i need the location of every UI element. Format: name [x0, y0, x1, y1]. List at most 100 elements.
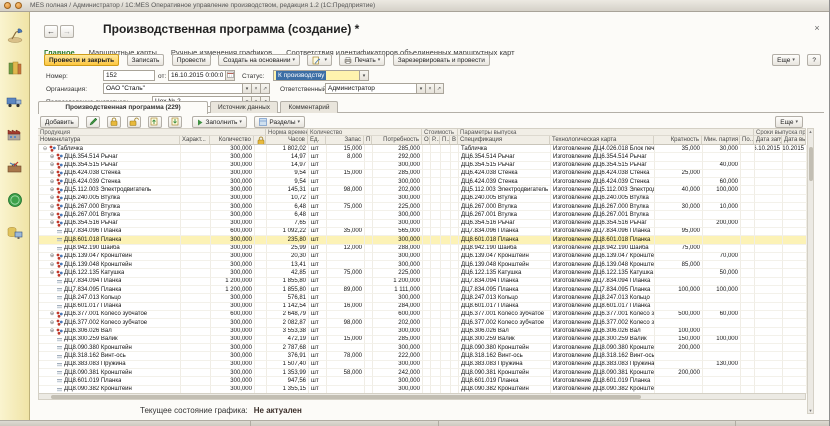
- add-row-button[interactable]: Добавить: [40, 116, 79, 128]
- tab-production-program[interactable]: Производственная программа (229): [38, 101, 208, 114]
- expand-icon[interactable]: ⊕: [49, 186, 55, 194]
- table-row[interactable]: ДЦ8.601.017 Планка300,0001 142,54шт16,00…: [39, 303, 806, 311]
- tab-comment[interactable]: Комментарий: [280, 101, 338, 113]
- post-and-close-button[interactable]: Провести и закрыть: [44, 54, 119, 66]
- table-row[interactable]: ДЦ7.834.095 Планка1 200,0001 855,80шт89,…: [39, 286, 806, 294]
- column-header-char[interactable]: Характ...: [180, 136, 210, 145]
- responsible-combo[interactable]: Администратор: [325, 83, 417, 94]
- tab-data-source[interactable]: Источник данных: [210, 101, 278, 113]
- save-button[interactable]: Записать: [127, 54, 165, 66]
- table-row[interactable]: ДЦ8.601.019 Планка300,000947,56шт300,000…: [39, 377, 806, 385]
- books-icon[interactable]: [5, 58, 25, 78]
- expand-icon[interactable]: ⊕: [49, 178, 55, 186]
- table-row[interactable]: ⊖Табличка300,0001 802,02шт15,000285,000Т…: [39, 145, 806, 153]
- forward-button[interactable]: →: [60, 25, 74, 38]
- expand-icon[interactable]: ⊕: [49, 211, 55, 219]
- toolbox-icon[interactable]: [5, 157, 25, 177]
- post-button[interactable]: Провести: [172, 54, 211, 66]
- table-row[interactable]: ⊕ДЦ6.354.514 Рычаг300,00014,97шт8,000292…: [39, 153, 806, 161]
- column-header-mb[interactable]: Мин. партия: [702, 136, 740, 145]
- fill-button[interactable]: Заполнить▾: [192, 116, 246, 128]
- table-row[interactable]: ДЦ8.942.190 Шайба300,00025,99шт12,000288…: [39, 245, 806, 253]
- column-header-unit[interactable]: Ед.: [308, 136, 326, 145]
- table-row[interactable]: ДЦ8.300.259 Валик300,000472,19шт15,00028…: [39, 336, 806, 344]
- expand-icon[interactable]: ⊕: [49, 253, 55, 261]
- table-row[interactable]: ⊕ДЦ6.267.000 Втулка300,0006,48шт75,00022…: [39, 203, 806, 211]
- window-close-button[interactable]: [4, 2, 11, 9]
- truck-icon[interactable]: [5, 91, 25, 111]
- table-row[interactable]: ⊕ДЦ5.112.003 Электродвигатель300,000145,…: [39, 186, 806, 194]
- expand-icon[interactable]: ⊕: [49, 195, 55, 203]
- help-button[interactable]: ?: [807, 54, 821, 66]
- org-open-icon[interactable]: ↗: [261, 83, 270, 94]
- window-minimize-button[interactable]: [15, 2, 22, 9]
- table-row[interactable]: ДЦ8.318.162 Винт-ось300,000376,91шт78,00…: [39, 352, 806, 360]
- database-icon[interactable]: [5, 223, 25, 243]
- column-header-hours[interactable]: Часов: [266, 136, 308, 145]
- table-row[interactable]: ⊕ДЦ6.139.048 Кронштейн300,00013,41шт300,…: [39, 261, 806, 269]
- column-header-tech[interactable]: Технологическая карта: [550, 136, 654, 145]
- desk-lamp-icon[interactable]: [5, 25, 25, 45]
- table-row[interactable]: ⊕ДЦ6.122.135 Катушка300,00042,85шт75,000…: [39, 269, 806, 277]
- expand-icon[interactable]: ⊕: [49, 162, 55, 170]
- lock-closed-icon[interactable]: [107, 116, 121, 128]
- expand-icon[interactable]: ⊕: [49, 311, 55, 319]
- collapse-icon[interactable]: ⊖: [42, 145, 48, 153]
- column-header-o[interactable]: О: [422, 136, 430, 145]
- more-button[interactable]: Еще▾: [772, 54, 800, 66]
- column-header-stock[interactable]: Запас: [326, 136, 364, 145]
- number-input[interactable]: [103, 70, 155, 81]
- date-input[interactable]: [168, 70, 226, 81]
- move-up-icon[interactable]: [148, 116, 162, 128]
- calendar-icon[interactable]: [226, 70, 235, 81]
- column-header-p[interactable]: П: [364, 136, 372, 145]
- resp-dropdown-icon[interactable]: ▾: [417, 83, 426, 94]
- table-row[interactable]: ⊕ДЦ6.240.005 Втулка300,00010,72шт300,000…: [39, 195, 806, 203]
- table-row[interactable]: ⊕ДЦ6.139.047 Кронштейн300,00020,30шт300,…: [39, 253, 806, 261]
- column-header-qty[interactable]: Количество: [210, 136, 254, 145]
- column-header-need[interactable]: Потребность: [372, 136, 422, 145]
- status-combo[interactable]: К производству: [273, 70, 360, 81]
- table-row[interactable]: ⊕ДЦ6.306.026 Вал300,0003 553,38шт300,000…: [39, 328, 806, 336]
- table-more-button[interactable]: Еще▾: [775, 116, 803, 128]
- table-row[interactable]: ⊕ДЦ6.377.001 Колесо зубчатое600,0002 648…: [39, 311, 806, 319]
- table-row[interactable]: ДЦ8.601.018 Планка300,000235,80шт300,000…: [39, 236, 806, 244]
- table-row[interactable]: ⊕ДЦ6.424.039 Стенка300,0009,54шт300,000Д…: [39, 178, 806, 186]
- column-header-spec[interactable]: Спецификация: [458, 136, 550, 145]
- back-button[interactable]: ←: [44, 25, 58, 38]
- column-header-kr[interactable]: Кратность: [654, 136, 702, 145]
- resp-open-icon[interactable]: ↗: [435, 83, 444, 94]
- expand-icon[interactable]: ⊕: [49, 203, 55, 211]
- resp-clear-icon[interactable]: ×: [426, 83, 435, 94]
- expand-icon[interactable]: ⊕: [49, 170, 55, 178]
- table-row[interactable]: ⊕ДЦ6.267.001 Втулка300,0006,48шт300,000Д…: [39, 211, 806, 219]
- expand-icon[interactable]: ⊕: [49, 261, 55, 269]
- move-down-icon[interactable]: [168, 116, 182, 128]
- column-header-d1[interactable]: Дата запуска: [754, 136, 782, 145]
- expand-icon[interactable]: ⊕: [49, 220, 55, 228]
- document-actions-button[interactable]: ▾: [307, 54, 332, 66]
- column-header-r[interactable]: Р...: [430, 136, 440, 145]
- column-header-lock[interactable]: [254, 136, 266, 145]
- expand-icon[interactable]: ⊕: [49, 328, 55, 336]
- horizontal-scrollbar[interactable]: [38, 393, 806, 400]
- table-row[interactable]: ДЦ7.834.094 Планка1 200,0001 855,80шт1 2…: [39, 278, 806, 286]
- table-row[interactable]: ⊕ДЦ6.354.515 Рычаг300,00014,97шт300,000Д…: [39, 162, 806, 170]
- table-row[interactable]: ДЦ8.090.381 Кронштейн300,0001 353,99шт58…: [39, 369, 806, 377]
- expand-icon[interactable]: ⊕: [49, 319, 55, 327]
- table-row[interactable]: ⊕ДЦ6.377.002 Колесо зубчатое300,0002 082…: [39, 319, 806, 327]
- column-header-v[interactable]: В: [450, 136, 458, 145]
- form-close-icon[interactable]: ×: [812, 23, 822, 33]
- table-row[interactable]: ДЦ7.834.096 Планка600,0001 092,22шт35,00…: [39, 228, 806, 236]
- column-header-d2[interactable]: Дата выпуска: [782, 136, 806, 145]
- create-based-on-button[interactable]: Создать на основании▾: [218, 54, 300, 66]
- column-header-po[interactable]: По...: [740, 136, 754, 145]
- factory-icon[interactable]: [5, 124, 25, 144]
- table-row[interactable]: ДЦ8.090.380 Кронштейн300,0002 787,68шт30…: [39, 344, 806, 352]
- lock-open-icon[interactable]: [127, 116, 141, 128]
- expand-icon[interactable]: ⊕: [49, 153, 55, 161]
- table-row[interactable]: ⊕ДЦ6.354.516 Рычаг300,0007,65шт300,000ДЦ…: [39, 220, 806, 228]
- coin-icon[interactable]: [5, 190, 25, 210]
- table-row[interactable]: ДЦ8.383.083 Пружина300,0001 507,40шт300,…: [39, 361, 806, 369]
- table-row[interactable]: ⊕ДЦ6.424.038 Стенка300,0009,54шт15,00028…: [39, 170, 806, 178]
